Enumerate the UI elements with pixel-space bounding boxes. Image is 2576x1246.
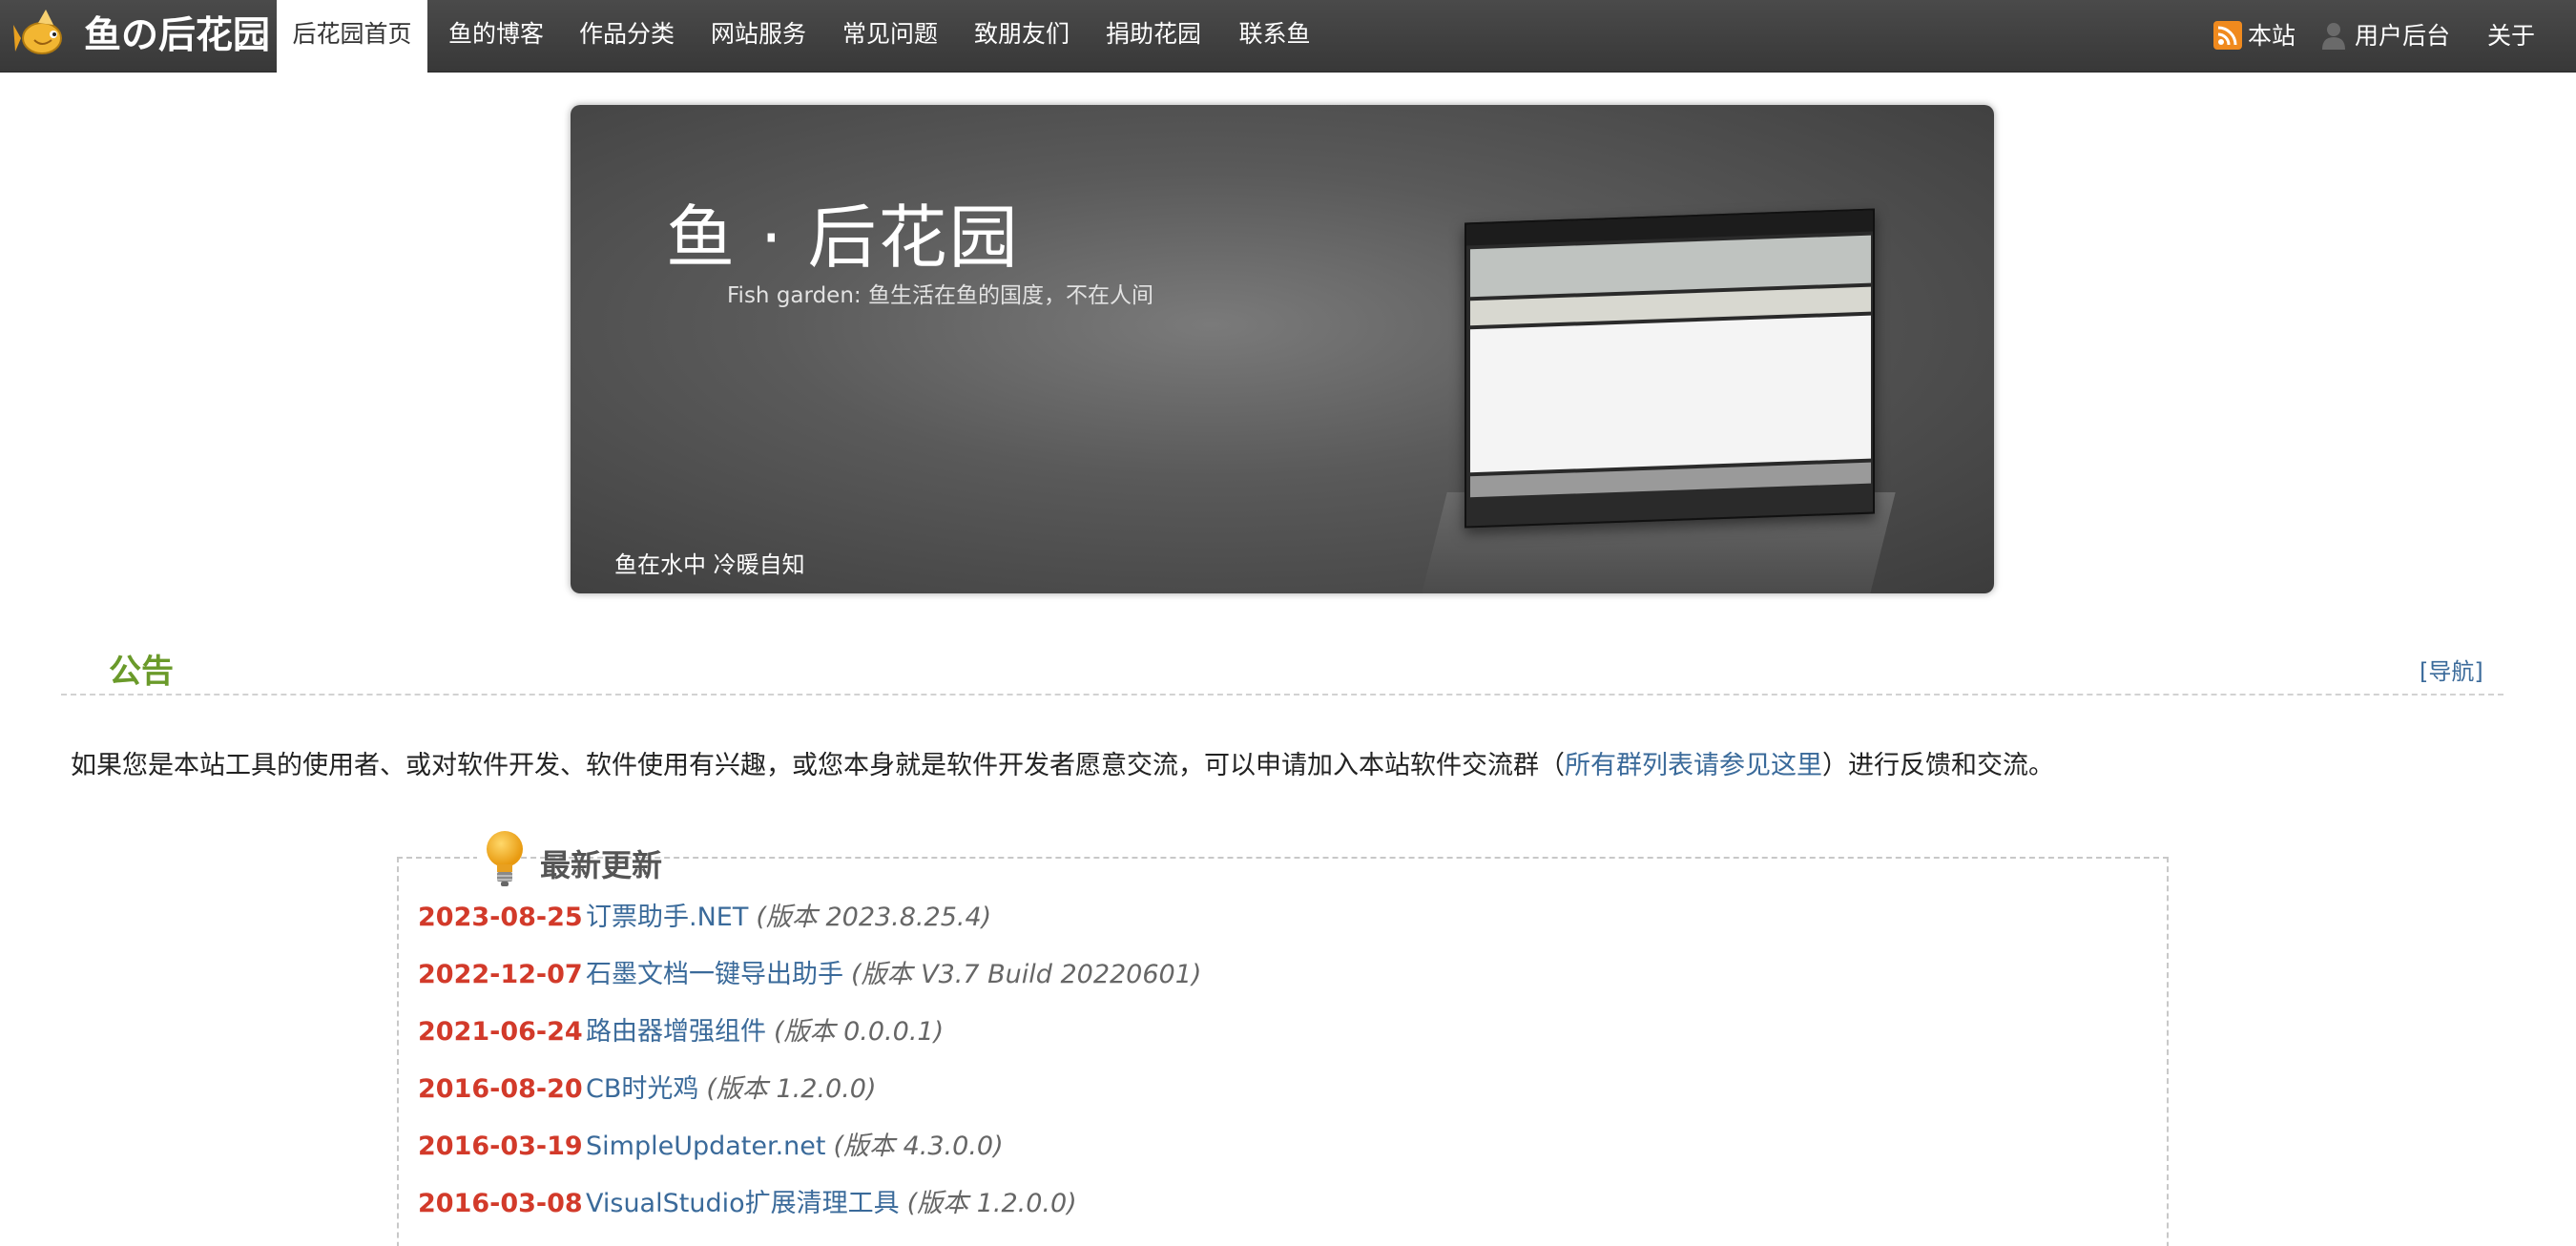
user-dashboard-link[interactable]: 用户后台 — [2320, 0, 2450, 73]
screenshot-toolbar — [1470, 235, 1871, 298]
nav-item-faq[interactable]: 常见问题 — [824, 0, 956, 73]
update-software-link[interactable]: VisualStudio扩展清理工具 — [586, 1189, 900, 1218]
update-row: 2023-08-25 订票助手.NET (版本 2023.8.25.4) — [418, 897, 991, 939]
about-link[interactable]: 关于 — [2487, 0, 2535, 73]
nav-item-blog[interactable]: 鱼的博客 — [431, 0, 561, 73]
announcement-title: 公告 — [109, 653, 174, 691]
banner-caption: 鱼在水中 冷暖自知 — [614, 551, 805, 578]
update-software-link[interactable]: 石墨文档一键导出助手 — [586, 960, 843, 989]
banner-subtitle: Fish garden: 鱼生活在鱼的国度，不在人间 — [727, 283, 1153, 308]
update-date: 2016-03-19 — [418, 1132, 583, 1161]
fish-icon[interactable] — [13, 6, 71, 65]
update-version: (版本 V3.7 Build 20220601) — [851, 960, 1202, 989]
navigation-link[interactable]: [导航] — [2420, 653, 2483, 686]
user-icon — [2322, 23, 2345, 50]
nav-item-contact[interactable]: 联系鱼 — [1219, 0, 1330, 73]
latest-updates-title: 最新更新 — [540, 847, 663, 883]
app-screenshot-illustration — [1465, 208, 1875, 529]
update-version: (版本 1.2.0.0) — [706, 1074, 877, 1104]
update-date: 2016-03-08 — [418, 1189, 583, 1218]
latest-updates-legend: 最新更新 — [477, 828, 662, 889]
update-date: 2023-08-25 — [418, 903, 583, 932]
rss-label: 本站 — [2248, 22, 2296, 50]
update-date: 2021-06-24 — [418, 1017, 583, 1047]
rss-icon — [2213, 21, 2242, 50]
update-row: 2022-12-07 石墨文档一键导出助手 (版本 V3.7 Build 20220… — [418, 954, 1201, 996]
update-software-link[interactable]: 订票助手.NET — [586, 903, 748, 932]
update-row: 2016-08-20 CB时光鸡 (版本 1.2.0.0) — [418, 1069, 877, 1111]
announcement-text-after: ）进行反馈和交流。 — [1822, 751, 2054, 780]
nav-item-home[interactable]: 后花园首页 — [277, 0, 427, 73]
nav-item-services[interactable]: 网站服务 — [693, 0, 824, 73]
hero-banner: 鱼 · 后花园 Fish garden: 鱼生活在鱼的国度，不在人间 鱼在水中 … — [571, 105, 1994, 593]
update-version: (版本 0.0.0.1) — [774, 1017, 945, 1047]
update-date: 2016-08-20 — [418, 1074, 583, 1104]
update-version: (版本 1.2.0.0) — [906, 1189, 1077, 1218]
update-software-link[interactable]: CB时光鸡 — [586, 1074, 698, 1104]
announcement-divider — [61, 694, 2503, 696]
announcement-text: 如果您是本站工具的使用者、或对软件开发、软件使用有兴趣，或您本身就是软件开发者愿… — [71, 744, 2054, 781]
top-navigation-bar: 鱼の后花园 后花园首页 鱼的博客 作品分类 网站服务 常见问题 致朋友们 捐助花… — [0, 0, 2576, 73]
banner-title: 鱼 · 后花园 — [666, 197, 1020, 278]
update-version: (版本 2023.8.25.4) — [756, 903, 992, 932]
nav-item-friends[interactable]: 致朋友们 — [956, 0, 1088, 73]
lightbulb-icon — [487, 831, 523, 886]
update-date: 2022-12-07 — [418, 960, 583, 989]
rss-link[interactable]: 本站 — [2213, 0, 2296, 73]
group-list-link[interactable]: 所有群列表请参见这里 — [1565, 751, 1822, 780]
nav-item-donate[interactable]: 捐助花园 — [1088, 0, 1219, 73]
update-software-link[interactable]: 路由器增强组件 — [586, 1017, 766, 1047]
update-version: (版本 4.3.0.0) — [833, 1132, 1004, 1161]
update-row: 2016-03-19 SimpleUpdater.net (版本 4.3.0.0) — [418, 1126, 1004, 1168]
nav-item-categories[interactable]: 作品分类 — [561, 0, 693, 73]
site-title[interactable]: 鱼の后花园 — [84, 10, 270, 63]
user-dashboard-label: 用户后台 — [2355, 22, 2451, 50]
update-software-link[interactable]: SimpleUpdater.net — [586, 1132, 826, 1161]
update-row: 2021-06-24 路由器增强组件 (版本 0.0.0.1) — [418, 1011, 944, 1053]
announcement-text-before: 如果您是本站工具的使用者、或对软件开发、软件使用有兴趣，或您本身就是软件开发者愿… — [71, 751, 1565, 780]
update-row: 2016-03-08 VisualStudio扩展清理工具 (版本 1.2.0.0) — [418, 1183, 1077, 1225]
screenshot-table — [1470, 315, 1871, 473]
